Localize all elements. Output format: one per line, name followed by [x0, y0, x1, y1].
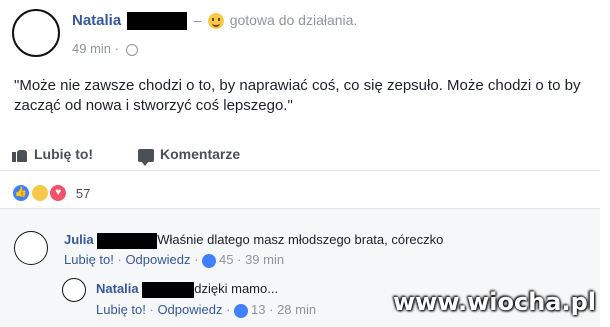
- reply-body: Natalia dzięki mamo...: [96, 281, 278, 298]
- reply-meta: Lubię to! · Odpowiedz · 13 · 28 min: [96, 302, 317, 318]
- meta-separator: ·: [114, 41, 119, 56]
- comment-avatar[interactable]: [14, 231, 48, 265]
- comment-time[interactable]: 39 min: [245, 252, 284, 267]
- comment-like-link[interactable]: Lubię to!: [64, 252, 114, 267]
- post-actions: Lubię to! Komentarze: [0, 140, 600, 171]
- love-icon: ♥: [49, 184, 68, 202]
- comment-meta: Lubię to! · Odpowiedz · 45 · 39 min: [64, 252, 285, 268]
- reply-author[interactable]: Natalia: [96, 281, 139, 296]
- like-icon: [202, 253, 217, 268]
- post-time[interactable]: 49 min: [72, 41, 111, 56]
- comment-button[interactable]: Komentarze: [138, 146, 241, 166]
- reply-time[interactable]: 28 min: [277, 302, 316, 317]
- post-header: Natalia – gotowa do działania.: [72, 12, 358, 31]
- comment-reply-link[interactable]: Odpowiedz: [125, 252, 190, 267]
- comment-like-count: 45: [219, 252, 234, 267]
- watermark: www.wiocha.pl: [392, 288, 596, 316]
- thumbs-up-icon: [12, 148, 28, 163]
- like-icon: [234, 303, 249, 318]
- comment-label: Komentarze: [160, 146, 241, 162]
- reactions-summary[interactable]: 👍 ♥ 57: [12, 184, 90, 202]
- comment-body: Julia Właśnie dlatego masz młodszego bra…: [64, 232, 443, 249]
- like-button[interactable]: Lubię to!: [12, 146, 94, 163]
- reply-text: dzięki mamo...: [194, 281, 279, 296]
- author-avatar[interactable]: [12, 9, 60, 57]
- comment-icon: [138, 148, 154, 166]
- post-text: "Może nie zawsze chodzi o to, by naprawi…: [14, 77, 581, 114]
- post-card: Natalia – gotowa do działania. 49 min · …: [0, 0, 600, 327]
- comment-text: Właśnie dlatego masz młodszego brata, có…: [157, 232, 444, 247]
- feeling-text: gotowa do działania.: [229, 12, 358, 28]
- comment-author[interactable]: Julia: [64, 232, 94, 247]
- redacted-surname: [142, 281, 195, 298]
- like-label: Lubię to!: [34, 146, 94, 162]
- reply-reply-link[interactable]: Odpowiedz: [157, 302, 222, 317]
- haha-icon: [30, 184, 49, 202]
- redacted-surname: [97, 232, 158, 249]
- smile-emoji-icon: [207, 13, 224, 30]
- feeling-dash: –: [193, 12, 202, 28]
- reply-like-link[interactable]: Lubię to!: [96, 302, 146, 317]
- post-meta: 49 min ·: [72, 41, 138, 56]
- author-name[interactable]: Natalia: [72, 12, 121, 29]
- reply-like-count: 13: [251, 302, 266, 317]
- like-icon: 👍: [12, 184, 30, 202]
- globe-icon[interactable]: [125, 43, 138, 56]
- reaction-count: 57: [75, 185, 91, 201]
- redacted-surname: [127, 12, 188, 31]
- reply-avatar[interactable]: [62, 278, 86, 302]
